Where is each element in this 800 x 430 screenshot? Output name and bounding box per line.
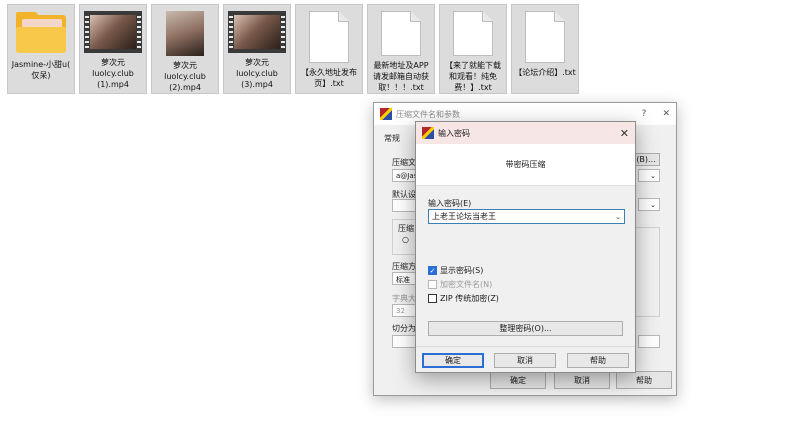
checkbox-icon bbox=[428, 280, 437, 289]
password-value: 上老王论坛当老王 bbox=[432, 212, 496, 221]
winrar-icon bbox=[380, 108, 392, 120]
file-tile-txt-3[interactable]: 【来了就能下载 和观看！纯免 费！】.txt bbox=[439, 4, 507, 94]
video-thumbnail-icon bbox=[228, 11, 286, 53]
zip-legacy-encryption-checkbox[interactable]: ZIP 传统加密(Z) bbox=[428, 293, 499, 304]
help-button[interactable]: 帮助 bbox=[567, 353, 629, 368]
video-thumbnail-icon bbox=[166, 11, 204, 56]
password-label: 输入密码(E) bbox=[428, 199, 472, 208]
text-file-icon bbox=[309, 11, 349, 63]
text-file-icon bbox=[453, 11, 493, 56]
file-tile-txt-4[interactable]: 【论坛介绍】.txt bbox=[511, 4, 579, 94]
text-file-icon bbox=[381, 11, 421, 56]
file-tile-video-3[interactable]: 萝次元 luolcy.club (3).mp4 bbox=[223, 4, 291, 94]
winrar-icon bbox=[422, 127, 434, 139]
method-label: 压缩方 bbox=[392, 262, 416, 271]
file-name: 萝次元 luolcy.club (2).mp4 bbox=[164, 61, 206, 92]
tab-general[interactable]: 常规 bbox=[384, 133, 400, 144]
ok-button[interactable]: 确定 bbox=[422, 353, 484, 368]
file-name: 【论坛介绍】.txt bbox=[514, 68, 576, 77]
file-tile-folder[interactable]: Jasmine-小甜u( 仅呆) bbox=[7, 4, 75, 94]
zip-legacy-encryption-label: ZIP 传统加密(Z) bbox=[440, 294, 499, 303]
ok-button[interactable]: 确定 bbox=[490, 371, 546, 389]
file-name: Jasmine-小甜u( 仅呆) bbox=[11, 60, 71, 80]
file-name: 最新地址及APP 请发邮箱自动获 取！！！.txt bbox=[373, 61, 429, 92]
organize-passwords-button[interactable]: 整理密码(O)... bbox=[428, 321, 623, 336]
file-name: 萝次元 luolcy.club (1).mp4 bbox=[92, 58, 134, 89]
dialog-title: 输入密码 bbox=[438, 128, 470, 138]
chevron-down-icon[interactable]: ⌄ bbox=[615, 213, 621, 221]
split-label: 切分为 bbox=[392, 324, 416, 333]
file-name: 【永久地址发布 页】.txt bbox=[301, 68, 357, 88]
folder-icon bbox=[14, 11, 68, 55]
text-file-icon bbox=[525, 11, 565, 63]
file-tile-video-2[interactable]: 萝次元 luolcy.club (2).mp4 bbox=[151, 4, 219, 94]
close-icon[interactable]: ✕ bbox=[662, 109, 670, 119]
show-password-label: 显示密码(S) bbox=[440, 266, 484, 275]
dialog-footer bbox=[416, 346, 635, 347]
video-thumbnail-icon bbox=[84, 11, 142, 53]
file-tile-txt-1[interactable]: 【永久地址发布 页】.txt bbox=[295, 4, 363, 94]
format-label: 压缩 bbox=[398, 224, 414, 233]
desktop: Jasmine-小甜u( 仅呆) 萝次元 luolcy.club (1).mp4… bbox=[0, 0, 800, 430]
dialog-titlebar: 输入密码 ✕ bbox=[416, 122, 635, 144]
close-icon[interactable]: ✕ bbox=[620, 127, 629, 140]
enter-password-dialog: 输入密码 ✕ 带密码压缩 输入密码(E) 上老王论坛当老王 ⌄ ✓ 显示密码(S… bbox=[415, 121, 636, 373]
archive-name-label: 压缩文 bbox=[392, 158, 416, 167]
file-tile-txt-2[interactable]: 最新地址及APP 请发邮箱自动获 取！！！.txt bbox=[367, 4, 435, 94]
update-mode-dropdown-icon[interactable]: ⌄ bbox=[638, 198, 660, 211]
checkmark-icon: ✓ bbox=[428, 266, 437, 275]
password-input[interactable]: 上老王论坛当老王 ⌄ bbox=[428, 209, 625, 224]
format-radio-icon[interactable]: ○ bbox=[402, 235, 409, 244]
cancel-button[interactable]: 取消 bbox=[494, 353, 556, 368]
dialog-title: 压缩文件名和参数 bbox=[396, 109, 460, 119]
show-password-checkbox[interactable]: ✓ 显示密码(S) bbox=[428, 265, 483, 276]
split-units-select[interactable] bbox=[638, 335, 660, 348]
help-button[interactable]: 帮助 bbox=[616, 371, 672, 389]
help-icon[interactable]: ? bbox=[642, 109, 647, 119]
options-group bbox=[634, 227, 660, 317]
encrypt-file-names-checkbox[interactable]: 加密文件名(N) bbox=[428, 279, 492, 290]
file-name: 萝次元 luolcy.club (3).mp4 bbox=[236, 58, 278, 89]
browse-button[interactable]: (B)... bbox=[632, 153, 660, 166]
checkbox-icon bbox=[428, 294, 437, 303]
archive-name-dropdown-icon[interactable]: ⌄ bbox=[638, 169, 660, 182]
dialog-header: 带密码压缩 bbox=[416, 144, 635, 186]
encrypt-file-names-label: 加密文件名(N) bbox=[440, 280, 493, 289]
file-tile-video-1[interactable]: 萝次元 luolcy.club (1).mp4 bbox=[79, 4, 147, 94]
dictionary-label: 字典大 bbox=[392, 294, 416, 303]
file-name: 【来了就能下载 和观看！纯免 费！】.txt bbox=[445, 61, 501, 92]
cancel-button[interactable]: 取消 bbox=[554, 371, 610, 389]
